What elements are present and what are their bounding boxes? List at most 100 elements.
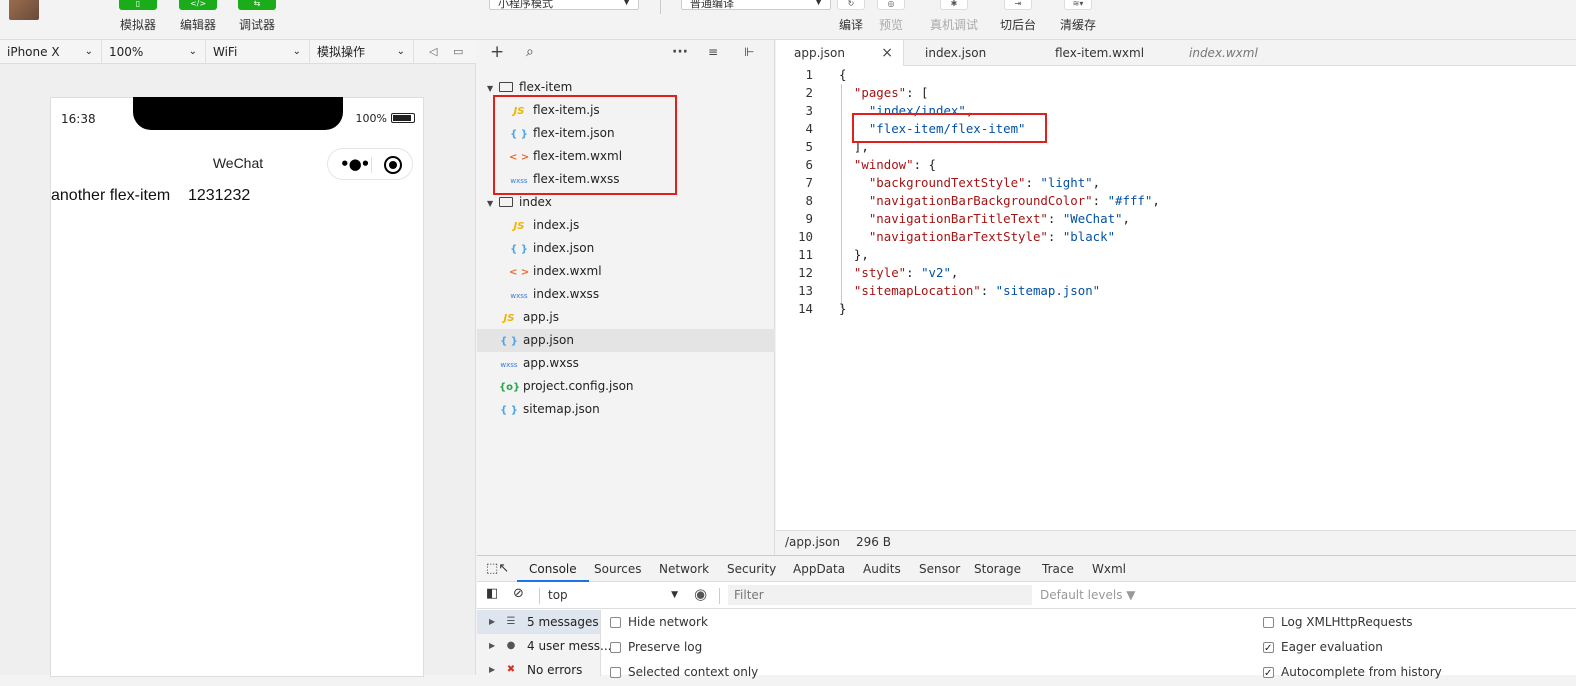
compile-select[interactable]: 普通编译 ▼ <box>681 0 831 10</box>
real-device-debug-button[interactable]: ✱ 真机调试 <box>926 0 982 38</box>
devtools-tab-appdata[interactable]: AppData <box>793 556 845 582</box>
clear-console-icon[interactable]: ⊘ <box>513 586 524 601</box>
more-dots-icon[interactable]: •●• <box>340 155 370 173</box>
background-button[interactable]: ⇥ 切后台 <box>990 0 1046 38</box>
context-select[interactable]: top ▼ <box>548 582 678 609</box>
devtools-tab-storage[interactable]: Storage <box>974 556 1021 582</box>
chevron-down-icon: ⌄ <box>84 46 93 57</box>
devtools-tab-sensor[interactable]: Sensor <box>919 556 960 582</box>
preview-button[interactable]: ◎ 预览 <box>863 0 919 38</box>
code-token: "navigationBarTitleText" <box>868 211 1048 226</box>
checkbox[interactable] <box>610 667 621 678</box>
editor-tab[interactable]: flex-item.wxml <box>1037 40 1169 66</box>
debugger-button[interactable]: ⇆ 调试器 <box>227 0 287 38</box>
devtools-tab-console[interactable]: Console <box>517 556 589 582</box>
layout-icon[interactable]: ⊩ <box>744 40 754 64</box>
devtools-tab-trace[interactable]: Trace <box>1042 556 1074 582</box>
network-select[interactable]: WiFi ⌄ <box>206 40 310 64</box>
explorer-toolbar: + ⌕ ··· ≡ ⊩ <box>477 40 775 64</box>
tree-file[interactable]: { } index.json <box>477 237 775 260</box>
tree-file[interactable]: wxss index.wxss <box>477 283 775 306</box>
console-option-label: Preserve log <box>628 640 703 654</box>
eye-icon[interactable]: ◉ <box>694 585 707 603</box>
editor-tab[interactable]: index.json <box>907 40 1035 66</box>
console-option[interactable]: Preserve log <box>610 635 758 660</box>
tree-file[interactable]: JS app.js <box>477 306 775 329</box>
tree-file[interactable]: { } sitemap.json <box>477 398 775 421</box>
line-number: 10 <box>798 229 813 244</box>
checkbox[interactable] <box>610 617 621 628</box>
clear-cache-button[interactable]: ≋▾ 清缓存 <box>1050 0 1106 38</box>
bug-icon: ✱ <box>940 0 968 10</box>
code-token: : [ <box>906 85 929 100</box>
line-number: 9 <box>805 211 813 226</box>
devtools-tab-audits[interactable]: Audits <box>863 556 901 582</box>
device-select[interactable]: iPhone X ⌄ <box>0 40 102 64</box>
zoom-select-value: 100% <box>109 45 144 59</box>
json-file-icon: { } <box>510 244 528 255</box>
devtools-tab-sources[interactable]: Sources <box>594 556 641 582</box>
chevron-down-icon: ▼ <box>815 0 822 7</box>
chevron-down-icon: ▼ <box>623 0 630 7</box>
mode-select-value: 小程序模式 <box>498 0 553 10</box>
code-area[interactable]: 1{2 "pages": [3 "index/index", 4 "flex-it… <box>776 66 1576 318</box>
editor-tab[interactable]: index.wxml <box>1171 40 1301 66</box>
collapse-icon[interactable]: ≡ <box>708 40 718 64</box>
chevron-right-icon[interactable]: ▶ <box>489 658 495 682</box>
zoom-select[interactable]: 100% ⌄ <box>102 40 206 64</box>
chevron-right-icon[interactable]: ▶ <box>489 634 495 658</box>
console-option[interactable]: Hide network <box>610 610 758 635</box>
avatar[interactable] <box>9 0 39 20</box>
console-option[interactable]: Eager evaluation <box>1263 635 1442 661</box>
code-token: : <box>1047 229 1063 244</box>
code-token: "v2" <box>921 265 951 280</box>
close-mini-program-icon[interactable] <box>384 156 402 174</box>
tree-file[interactable]: { } app.json <box>477 329 775 352</box>
devtools-tab-wxml[interactable]: Wxml <box>1092 556 1126 582</box>
add-icon[interactable]: + <box>490 40 504 64</box>
checkbox[interactable] <box>1263 636 1274 661</box>
console-option[interactable]: Selected context only <box>610 660 758 685</box>
more-icon[interactable]: ··· <box>672 40 688 64</box>
phone-screen[interactable]: 16:38 100% WeChat •●• another flex-item … <box>50 97 424 677</box>
close-icon[interactable]: × <box>881 40 893 66</box>
code-token: : <box>1047 211 1063 226</box>
inspect-icon[interactable]: ⬚↖ <box>486 556 509 582</box>
tree-file[interactable]: JS index.js <box>477 214 775 237</box>
editor-tab[interactable]: app.json × <box>776 40 904 66</box>
window-icon[interactable]: ▭ <box>453 40 463 64</box>
chevron-right-icon[interactable]: ▶ <box>489 610 495 634</box>
tree-file[interactable]: wxss app.wxss <box>477 352 775 375</box>
speaker-icon[interactable]: ◁ <box>429 40 437 64</box>
editor-button[interactable]: </> 编辑器 <box>168 0 228 38</box>
simulator-button[interactable]: ▯ 模拟器 <box>108 0 168 38</box>
console-message-group[interactable]: ▶ ☰ 5 messages <box>477 610 600 634</box>
operation-select[interactable]: 模拟操作 ⌄ <box>310 40 414 64</box>
devtools-tab-network[interactable]: Network <box>659 556 709 582</box>
console-message-group[interactable]: ▶ ● 4 user mess... <box>477 634 611 658</box>
filter-input[interactable]: Filter <box>728 585 1032 605</box>
default-levels-select[interactable]: Default levels ▼ <box>1040 582 1136 609</box>
tree-file[interactable]: < > index.wxml <box>477 260 775 283</box>
wxss-file-icon: wxss <box>510 292 528 300</box>
sidebar-toggle-icon[interactable]: ◧ <box>486 586 498 601</box>
network-select-value: WiFi <box>213 45 238 59</box>
tree-file[interactable]: {o} project.config.json <box>477 375 775 398</box>
compile-select-value: 普通编译 <box>690 0 734 10</box>
console-option[interactable]: Autocomplete from history <box>1263 660 1442 686</box>
checkbox[interactable] <box>1263 617 1274 628</box>
console-message-group[interactable]: ▶ ✖ No errors <box>477 658 600 682</box>
checkbox[interactable] <box>1263 661 1274 686</box>
console-option[interactable]: Log XMLHttpRequests <box>1263 610 1442 635</box>
chevron-down-icon[interactable]: ▼ <box>487 192 499 215</box>
search-icon[interactable]: ⌕ <box>526 40 534 64</box>
mode-select[interactable]: 小程序模式 ▼ <box>489 0 639 10</box>
checkbox[interactable] <box>610 642 621 653</box>
console-sidebar: ▶ ☰ 5 messages ▶ ● 4 user mess... ▶ ✖ No errors <box>477 610 611 677</box>
menu-capsule[interactable]: •●• <box>327 148 413 180</box>
line-number: 1 <box>805 67 813 82</box>
devtools-tab-security[interactable]: Security <box>727 556 776 582</box>
